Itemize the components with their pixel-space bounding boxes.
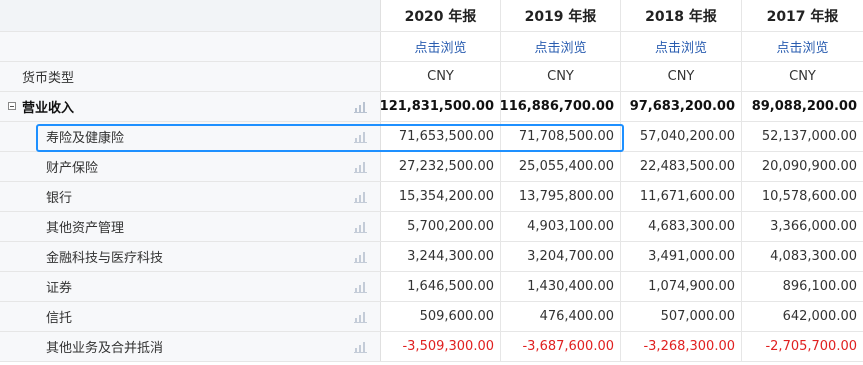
currency-value-2017: CNY	[789, 69, 816, 84]
revenue-value-2020: 121,831,500.00	[380, 92, 501, 121]
browse-link-2019[interactable]: 点击浏览	[534, 37, 586, 56]
segment-value-2017: -2,705,700.00	[765, 339, 857, 354]
segment-label: 寿险及健康险	[46, 131, 125, 146]
segment-label: 信托	[46, 311, 73, 326]
segment-label: 其他业务及合并抵消	[46, 341, 164, 356]
bar-chart-icon[interactable]	[354, 311, 368, 323]
segment-value-2019: 13,795,800.00	[501, 182, 621, 211]
segment-value-2019: 25,055,400.00	[501, 152, 621, 181]
segment-value-2018: 507,000.00	[621, 302, 742, 331]
browse-link-2017[interactable]: 点击浏览	[776, 37, 828, 56]
segment-row-securities: 证券 1,646,500.00 1,430,400.00 1,074,900.00 89…	[0, 272, 863, 302]
currency-value-2020: CNY	[381, 62, 501, 91]
segment-value-2019: 1,430,400.00	[501, 272, 621, 301]
financial-table: 2020 年报 2019 年报 2018 年报 2017 年报 点击浏览 点击浏…	[0, 0, 863, 362]
segment-value-2017: 52,137,000.00	[761, 129, 857, 144]
segment-row-fintech: 金融科技与医疗科技 3,244,300.00 3,204,700.00 3,491,0…	[0, 242, 863, 272]
segment-value-2018: 11,671,600.00	[621, 182, 742, 211]
segment-label: 其他资产管理	[46, 221, 125, 236]
segment-value-2020: 509,600.00	[381, 302, 501, 331]
bar-chart-icon[interactable]	[354, 281, 368, 293]
currency-value-2018: CNY	[621, 62, 742, 91]
currency-value-2019: CNY	[501, 62, 621, 91]
segment-value-2017: 4,083,300.00	[770, 249, 857, 264]
browse-link-2020[interactable]: 点击浏览	[414, 37, 466, 56]
segment-value-2020: 71,653,500.00	[381, 122, 501, 151]
segment-value-2020: 27,232,500.00	[381, 152, 501, 181]
revenue-total-row: 营业收入 121,831,500.00 116,886,700.00 97,68…	[0, 92, 863, 122]
segment-value-2017: 3,366,000.00	[770, 219, 857, 234]
bar-chart-icon[interactable]	[354, 161, 368, 173]
bar-chart-icon[interactable]	[354, 251, 368, 263]
segment-value-2019: 71,708,500.00	[501, 122, 621, 151]
revenue-value-2017: 89,088,200.00	[751, 99, 857, 114]
segment-row-bank: 银行 15,354,200.00 13,795,800.00 11,671,600.0…	[0, 182, 863, 212]
currency-row: 货币类型 CNY CNY CNY CNY	[0, 62, 863, 92]
table-header-row: 2020 年报 2019 年报 2018 年报 2017 年报	[0, 0, 863, 32]
bar-chart-icon[interactable]	[354, 191, 368, 203]
segment-label: 证券	[46, 281, 73, 296]
year-header-2018[interactable]: 2018 年报	[621, 0, 742, 31]
segment-value-2018: 4,683,300.00	[621, 212, 742, 241]
bar-chart-icon[interactable]	[354, 341, 368, 353]
year-header-2019[interactable]: 2019 年报	[501, 0, 621, 31]
revenue-value-2018: 97,683,200.00	[621, 92, 742, 121]
bar-chart-icon[interactable]	[354, 101, 368, 113]
segment-value-2018: 57,040,200.00	[621, 122, 742, 151]
segment-value-2018: 22,483,500.00	[621, 152, 742, 181]
segment-row-property: 财产保险 27,232,500.00 25,055,400.00 22,483,500…	[0, 152, 863, 182]
segment-value-2017: 10,578,600.00	[761, 189, 857, 204]
browse-label-cell	[0, 32, 381, 61]
browse-row: 点击浏览 点击浏览 点击浏览 点击浏览	[0, 32, 863, 62]
segment-value-2020: 1,646,500.00	[381, 272, 501, 301]
segment-row-trust: 信托 509,600.00 476,400.00 507,000.00 642,000.…	[0, 302, 863, 332]
segment-value-2020: -3,509,300.00	[381, 332, 501, 361]
year-header-2020[interactable]: 2020 年报	[381, 0, 501, 31]
revenue-label: 营业收入	[22, 101, 75, 116]
segment-value-2019: 3,204,700.00	[501, 242, 621, 271]
currency-label: 货币类型	[22, 71, 75, 86]
segment-value-2019: 4,903,100.00	[501, 212, 621, 241]
bar-chart-icon[interactable]	[354, 131, 368, 143]
segment-value-2020: 15,354,200.00	[381, 182, 501, 211]
revenue-value-2019: 116,886,700.00	[500, 92, 621, 121]
segment-rows: 寿险及健康险 71,653,500.00 71,708,500.00 57,040,2…	[0, 122, 863, 362]
segment-value-2017: 642,000.00	[782, 309, 857, 324]
browse-link-2018[interactable]: 点击浏览	[655, 37, 707, 56]
segment-value-2020: 3,244,300.00	[381, 242, 501, 271]
segment-row-life-health: 寿险及健康险 71,653,500.00 71,708,500.00 57,040,2…	[0, 122, 863, 152]
segment-value-2017: 896,100.00	[782, 279, 857, 294]
segment-row-asset-mgmt: 其他资产管理 5,700,200.00 4,903,100.00 4,683,300.…	[0, 212, 863, 242]
year-header-2017[interactable]: 2017 年报	[742, 0, 863, 31]
segment-value-2019: 476,400.00	[501, 302, 621, 331]
segment-value-2019: -3,687,600.00	[501, 332, 621, 361]
segment-value-2018: 1,074,900.00	[621, 272, 742, 301]
segment-row-other-elim: 其他业务及合并抵消 -3,509,300.00 -3,687,600.00 -3,26…	[0, 332, 863, 362]
collapse-minus-icon[interactable]	[8, 102, 16, 110]
segment-value-2020: 5,700,200.00	[381, 212, 501, 241]
segment-value-2017: 20,090,900.00	[761, 159, 857, 174]
bar-chart-icon[interactable]	[354, 221, 368, 233]
header-label-cell	[0, 0, 381, 31]
segment-value-2018: -3,268,300.00	[621, 332, 742, 361]
segment-label: 金融科技与医疗科技	[46, 251, 164, 266]
segment-value-2018: 3,491,000.00	[621, 242, 742, 271]
segment-label: 银行	[46, 191, 73, 206]
segment-label: 财产保险	[46, 161, 99, 176]
